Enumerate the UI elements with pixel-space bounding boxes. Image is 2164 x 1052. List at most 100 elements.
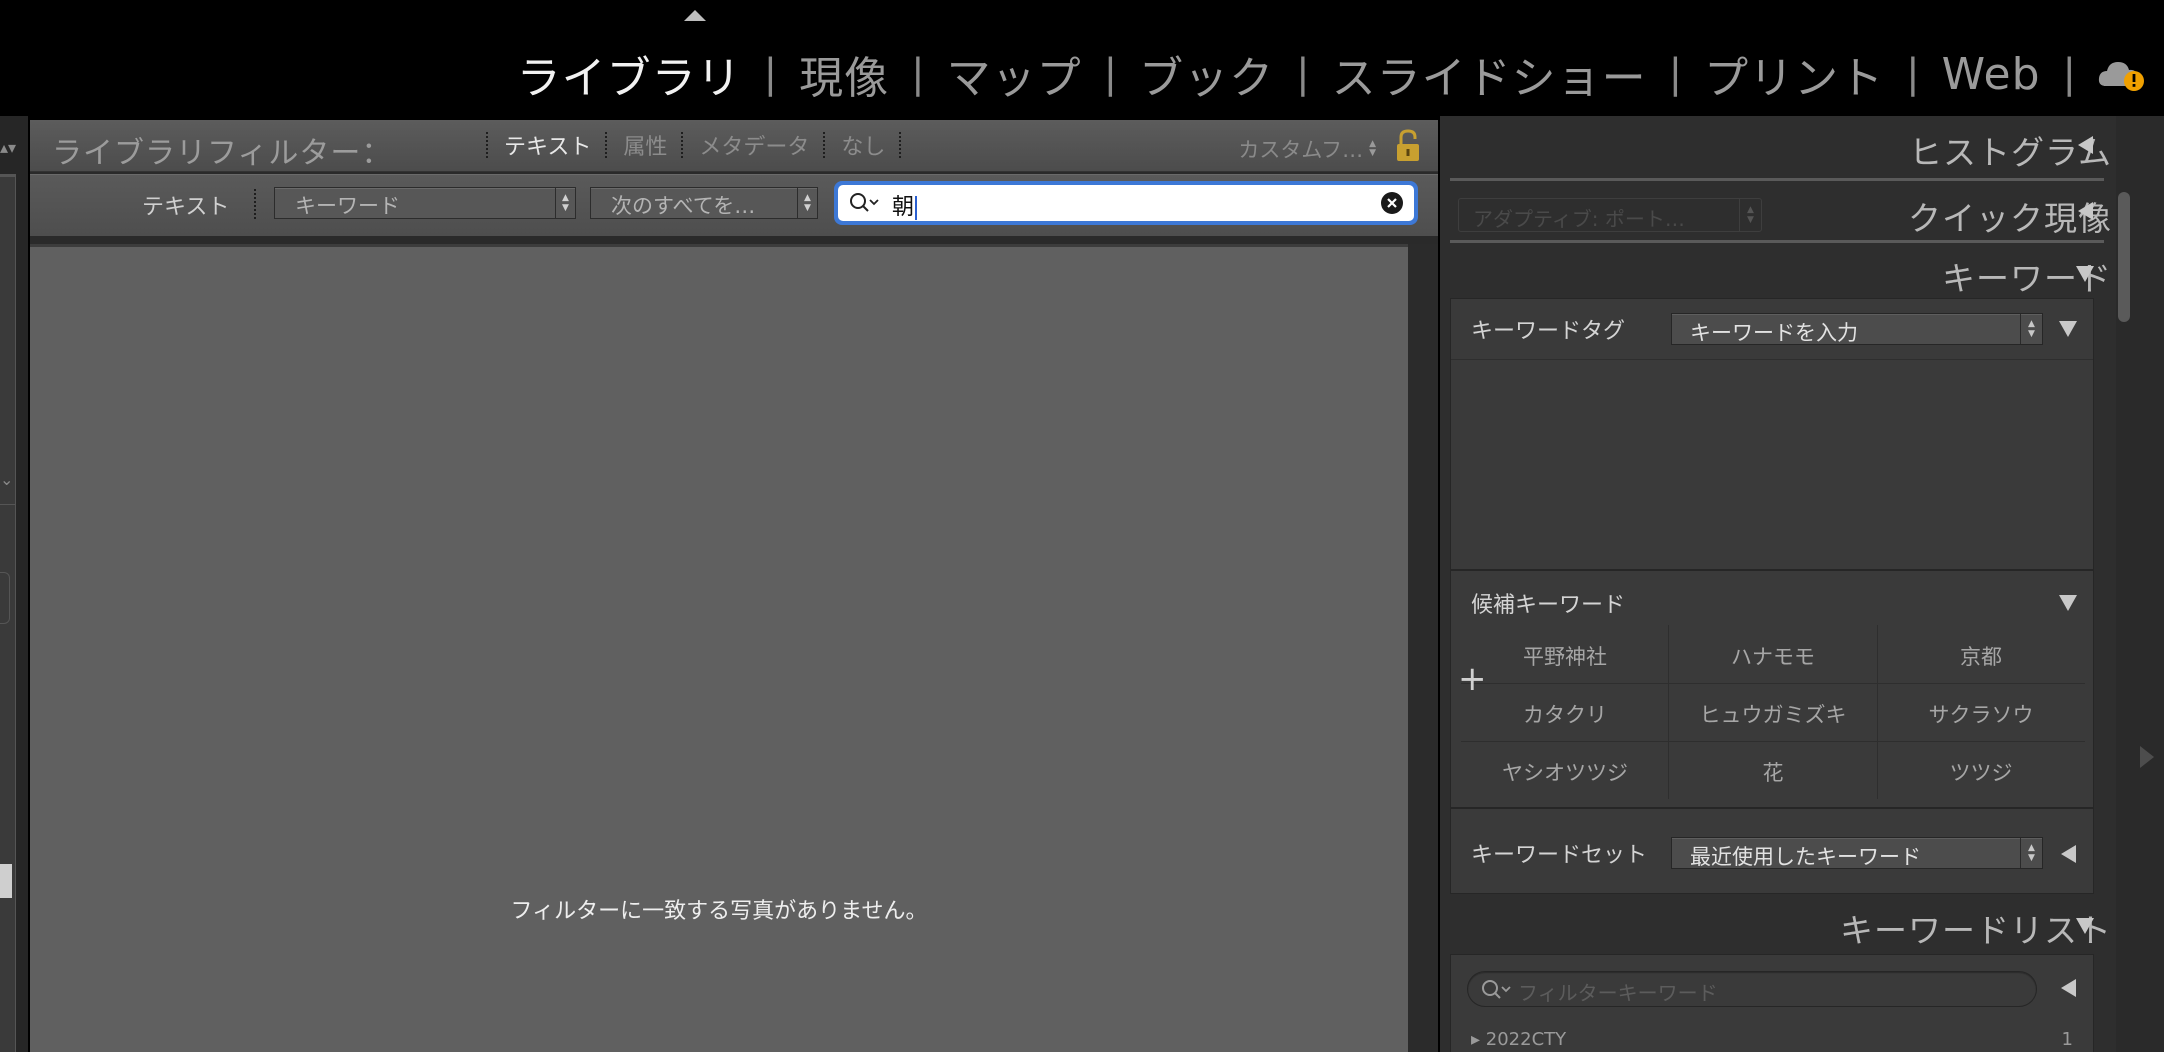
module-list: ライブラリ | 現像 | マップ | ブック | スライドショー | プリント …: [517, 42, 2098, 106]
empty-grid-message: フィルターに一致する写真がありません。: [510, 899, 928, 924]
keyword-tags-menu-icon[interactable]: [2059, 321, 2077, 337]
module-separator: |: [763, 51, 778, 97]
collapse-suggestions-icon[interactable]: [2059, 595, 2077, 611]
updown-arrows-icon: ▲ ▼: [555, 188, 575, 218]
search-input-value: 朝: [892, 195, 915, 220]
suggested-keyword[interactable]: カタクリ: [1461, 683, 1669, 741]
text-filter-divider: [254, 189, 258, 219]
collapse-keyword-list-icon[interactable]: [2076, 918, 2094, 934]
keyword-list-item-count: 1: [2061, 1029, 2073, 1050]
tab-divider: [899, 132, 903, 158]
keyword-tags-textarea[interactable]: [1451, 359, 2093, 571]
text-search-inner: 朝: [838, 185, 1414, 221]
add-keyword-icon[interactable]: +: [1458, 662, 1487, 696]
suggested-keyword[interactable]: 花: [1669, 741, 1877, 799]
right-panel-scrollbar[interactable]: [2116, 116, 2164, 1052]
custom-filter-label: カスタムフ…: [1238, 138, 1364, 162]
library-filter-title: ライブラリフィルター：: [52, 136, 393, 171]
module-separator: |: [911, 51, 925, 97]
expand-histogram-icon[interactable]: [2078, 136, 2093, 154]
left-section-arrows-icon[interactable]: ⌄: [0, 470, 13, 489]
right-panel-toggle-icon[interactable]: [2140, 746, 2154, 768]
keyword-tags-value: キーワードを入力: [1690, 321, 1858, 345]
left-panel: ▴▾ ⌄: [0, 116, 28, 1052]
photo-grid[interactable]: フィルターに一致する写真がありません。: [30, 244, 1408, 1052]
left-selected-item[interactable]: [0, 864, 12, 898]
keyword-filter-menu-icon[interactable]: [2061, 979, 2076, 997]
module-develop[interactable]: 現像: [799, 42, 889, 106]
updown-arrows-icon: ▲ ▼: [2020, 838, 2042, 868]
suggested-keyword[interactable]: ハナモモ: [1669, 625, 1877, 683]
keyword-filter-field[interactable]: フィルターキーワード: [1467, 971, 2037, 1007]
module-separator: |: [2062, 51, 2076, 97]
keyword-set-value: 最近使用したキーワード: [1690, 845, 1921, 869]
module-web[interactable]: Web: [1942, 49, 2041, 100]
expand-keyword-set-icon[interactable]: [2061, 845, 2076, 863]
suggested-keyword[interactable]: 京都: [1877, 625, 2085, 683]
module-map[interactable]: マップ: [947, 42, 1082, 106]
search-icon[interactable]: [848, 191, 882, 215]
module-book[interactable]: ブック: [1139, 42, 1274, 106]
search-target-select[interactable]: キーワード ▲ ▼: [274, 187, 576, 219]
panel-divider: [1450, 178, 2104, 181]
module-print[interactable]: プリント: [1704, 42, 1884, 106]
filter-tab-text[interactable]: テキスト: [490, 129, 605, 161]
keyword-list-header[interactable]: キーワードリスト: [1840, 904, 2112, 952]
clear-search-icon[interactable]: [1380, 191, 1404, 215]
expand-quick-develop-icon[interactable]: [2078, 202, 2093, 220]
updown-arrows-icon: ▲ ▼: [1739, 199, 1761, 231]
custom-filter-preset-select[interactable]: カスタムフ… ▲ ▼: [1238, 134, 1376, 164]
keywording-panel: キーワードタグ キーワードを入力 ▲ ▼ 候補キーワード 平野神社 ハナモモ 京都…: [1450, 298, 2094, 894]
suggested-keyword[interactable]: ヒュウガミズキ: [1669, 683, 1877, 741]
suggested-keywords-grid: 平野神社 ハナモモ 京都 カタクリ ヒュウガミズキ サクラソウ ヤシオツツジ 花…: [1461, 625, 2085, 799]
cloud-sync-warning-icon[interactable]: [2096, 56, 2146, 92]
search-input[interactable]: 朝: [892, 189, 918, 221]
filter-tab-none[interactable]: なし: [827, 129, 899, 161]
search-target-value: キーワード: [295, 194, 400, 218]
module-separator: |: [1296, 51, 1310, 97]
collapse-keywording-icon[interactable]: [2076, 266, 2094, 282]
filter-tab-metadata[interactable]: メタデータ: [685, 129, 823, 161]
panel-divider: [1451, 807, 2093, 809]
filter-tabs: テキスト 属性 メタデータ なし: [486, 130, 903, 160]
keyword-filter-placeholder: フィルターキーワード: [1518, 981, 1718, 1005]
suggested-keyword[interactable]: ツツジ: [1877, 741, 2085, 799]
keyword-tags-select[interactable]: キーワードを入力 ▲ ▼: [1671, 313, 2043, 345]
left-panel-handle[interactable]: [0, 572, 10, 624]
library-filter-bar: ライブラリフィルター： テキスト 属性 メタデータ なし カスタムフ… ▲ ▼: [30, 120, 1438, 172]
lightroom-window: ライブラリ | 現像 | マップ | ブック | スライドショー | プリント …: [0, 0, 2164, 1052]
library-center: ライブラリフィルター： テキスト 属性 メタデータ なし カスタムフ… ▲▼: [30, 120, 1438, 1052]
keyword-list-item[interactable]: ▸ 2022CTY: [1471, 1029, 1566, 1050]
suggested-keyword[interactable]: サクラソウ: [1877, 683, 2085, 741]
updown-arrows-icon: ▲ ▼: [1369, 139, 1376, 158]
collapse-top-panel-icon[interactable]: [684, 10, 706, 21]
keyword-list-item-label: 2022CTY: [1485, 1029, 1567, 1050]
left-scroll-arrows-icon[interactable]: ▴▾: [0, 138, 16, 157]
quick-develop-preset-select: アダプティブ: ポート… ▲ ▼: [1458, 198, 1762, 232]
keyword-set-select[interactable]: 最近使用したキーワード ▲ ▼: [1671, 837, 2043, 869]
text-search-field[interactable]: 朝: [834, 181, 1418, 225]
module-separator: |: [1906, 51, 1920, 97]
grid-scrollbar[interactable]: [1408, 244, 1438, 1052]
suggested-keyword[interactable]: 平野神社: [1461, 625, 1669, 683]
search-rule-select[interactable]: 次のすべてを… ▲ ▼: [590, 187, 818, 219]
keyword-set-label: キーワードセット: [1471, 843, 1648, 868]
suggested-keywords-label: 候補キーワード: [1471, 593, 1626, 618]
updown-arrows-icon: ▲ ▼: [797, 188, 817, 218]
module-library[interactable]: ライブラリ: [517, 42, 742, 106]
module-slideshow[interactable]: スライドショー: [1332, 42, 1647, 106]
updown-arrows-icon: ▲ ▼: [2020, 314, 2042, 344]
filter-lock-icon[interactable]: [1394, 128, 1422, 164]
suggested-keyword[interactable]: ヤシオツツジ: [1461, 741, 1669, 799]
right-panel: ヒストグラム アダプティブ: ポート… ▲ ▼ クイック現像 キーワード キーワー…: [1440, 116, 2164, 1052]
quick-develop-preset-value: アダプティブ: ポート…: [1473, 207, 1685, 231]
scroll-thumb[interactable]: [2118, 192, 2130, 322]
keyword-tags-label: キーワードタグ: [1471, 319, 1626, 344]
search-icon: [1482, 980, 1511, 999]
panel-divider: [1450, 240, 2104, 243]
filter-tab-attribute[interactable]: 属性: [609, 129, 681, 161]
keyword-list-panel: フィルターキーワード ▸ 2022CTY 1: [1450, 954, 2094, 1052]
search-rule-value: 次のすべてを…: [611, 194, 756, 218]
text-filter-label: テキスト: [142, 195, 230, 220]
text-caret: [915, 196, 918, 220]
